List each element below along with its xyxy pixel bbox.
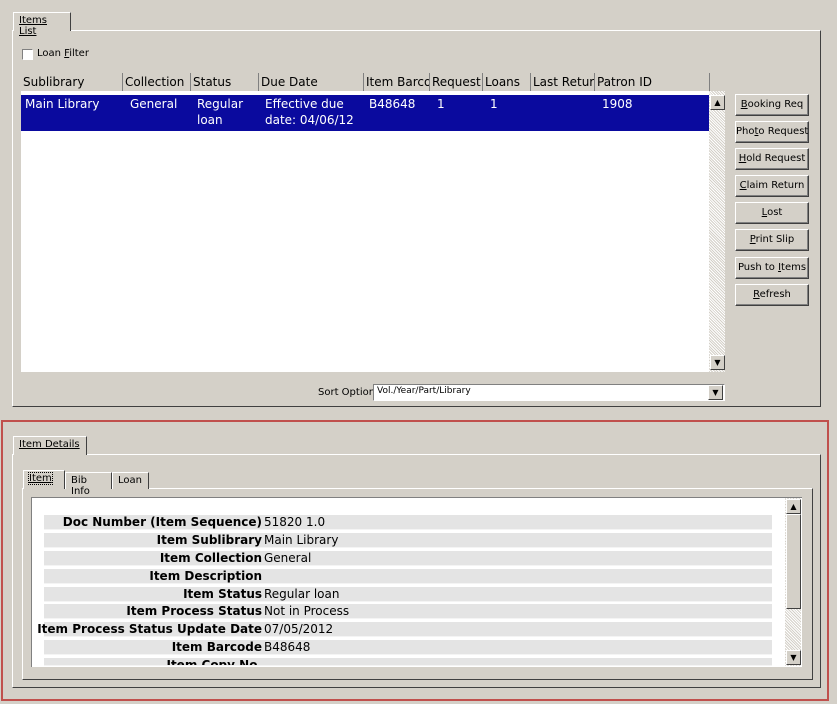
details-scroll-up-button[interactable]: ▲ <box>786 499 801 514</box>
detail-label: Item Collection <box>159 551 262 565</box>
detail-row-copy-no: Item Copy No. <box>44 658 772 666</box>
detail-row-process-status: Item Process Status Not in Process <box>44 604 772 619</box>
detail-row-collection: Item Collection General <box>44 551 772 566</box>
detail-value: Main Library <box>264 533 339 547</box>
detail-row-status: Item Status Regular loan <box>44 587 772 602</box>
details-scroll-thumb[interactable] <box>786 514 801 609</box>
detail-label: Doc Number (Item Sequence) <box>62 515 262 529</box>
detail-value: General <box>264 551 312 565</box>
detail-label: Item Process Status <box>126 604 262 618</box>
detail-label: Item Description <box>149 569 262 583</box>
detail-label: Item Process Status Update Date <box>37 622 262 636</box>
detail-row-description: Item Description <box>44 569 772 584</box>
details-scroll-down-button[interactable]: ▼ <box>786 650 801 665</box>
detail-row-doc-number: Doc Number (Item Sequence) 51820 1.0 <box>44 515 772 530</box>
item-details-rows: Doc Number (Item Sequence) 51820 1.0 Item… <box>0 0 837 704</box>
detail-label: Item Sublibrary <box>156 533 262 547</box>
detail-row-barcode: Item Barcode B48648 <box>44 640 772 655</box>
detail-value: 07/05/2012 <box>264 622 334 636</box>
detail-value: 51820 1.0 <box>264 515 326 529</box>
detail-value: B48648 <box>264 640 311 654</box>
detail-value: Not in Process <box>264 604 350 618</box>
detail-value: Regular loan <box>264 587 340 601</box>
detail-label: Item Copy No. <box>166 658 262 666</box>
detail-row-sublibrary: Item Sublibrary Main Library <box>44 533 772 548</box>
detail-row-process-status-date: Item Process Status Update Date 07/05/201… <box>37 622 772 637</box>
detail-label: Item Barcode <box>171 640 262 654</box>
detail-label: Item Status <box>183 587 262 601</box>
